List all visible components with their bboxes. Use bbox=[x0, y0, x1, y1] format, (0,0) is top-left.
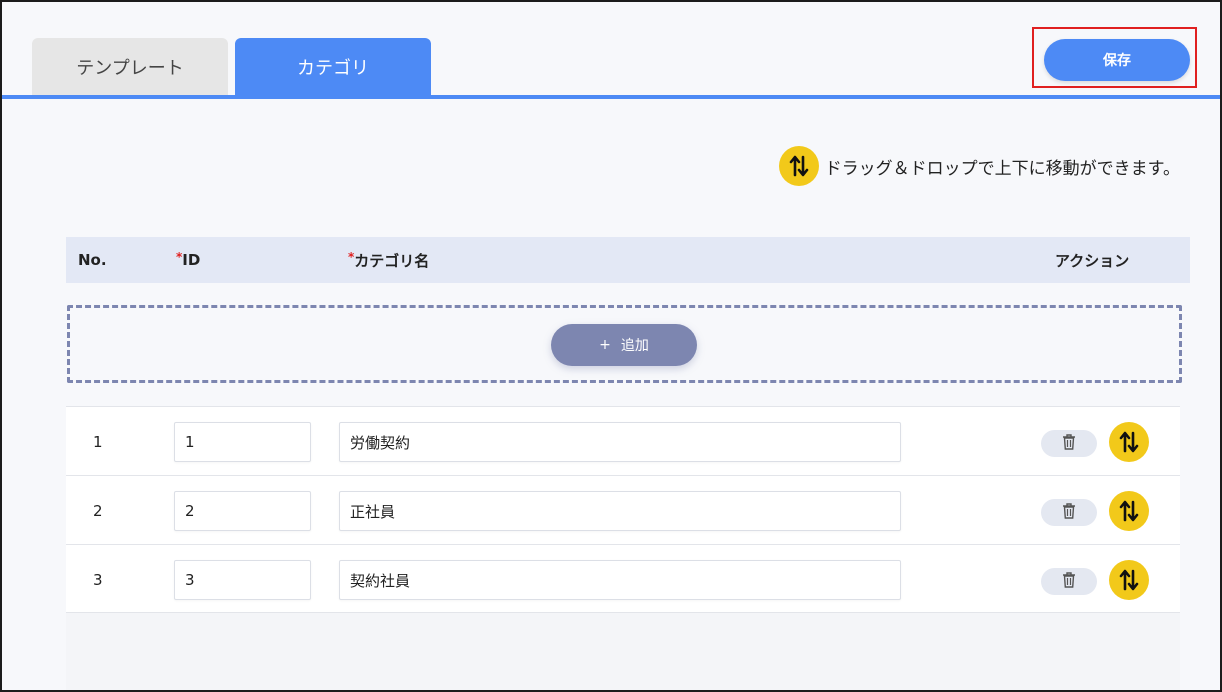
row-number: 3 bbox=[93, 570, 103, 589]
table-row[interactable]: 3 bbox=[66, 544, 1180, 613]
row-number: 2 bbox=[93, 501, 103, 520]
add-button[interactable]: + 追加 bbox=[551, 324, 697, 366]
drag-hint: ドラッグ＆ドロップで上下に移動ができます。 bbox=[778, 145, 1180, 187]
column-header-no: No. bbox=[78, 237, 107, 283]
tab-category[interactable]: カテゴリ bbox=[235, 38, 431, 96]
tab-template[interactable]: テンプレート bbox=[32, 38, 228, 96]
trash-icon bbox=[1061, 502, 1077, 523]
add-button-label: 追加 bbox=[620, 338, 649, 354]
save-button[interactable]: 保存 bbox=[1044, 39, 1190, 81]
delete-button[interactable] bbox=[1041, 568, 1097, 595]
up-down-arrows-icon bbox=[778, 146, 819, 186]
column-header-id: * ID bbox=[176, 237, 200, 283]
tab-category-label: カテゴリ bbox=[297, 58, 369, 79]
plus-icon: + bbox=[599, 337, 611, 353]
column-header-action: アクション bbox=[1055, 237, 1129, 283]
id-input[interactable] bbox=[174, 491, 311, 531]
column-header-no-label: No. bbox=[78, 251, 107, 269]
app-frame: テンプレート カテゴリ 保存 ドラッグ＆ドロップで上下に移動ができます。 No.… bbox=[0, 0, 1222, 692]
column-header-name: * カテゴリ名 bbox=[348, 237, 429, 283]
delete-button[interactable] bbox=[1041, 499, 1097, 526]
drag-handle-icon[interactable] bbox=[1109, 422, 1149, 462]
drag-hint-text: ドラッグ＆ドロップで上下に移動ができます。 bbox=[824, 158, 1180, 179]
tab-template-label: テンプレート bbox=[76, 58, 184, 79]
column-header-action-label: アクション bbox=[1055, 251, 1130, 270]
column-header-name-label: カテゴリ名 bbox=[354, 251, 430, 270]
trash-icon bbox=[1061, 433, 1077, 454]
row-number: 1 bbox=[93, 432, 103, 451]
table-row[interactable]: 2 bbox=[66, 475, 1180, 544]
id-input[interactable] bbox=[174, 422, 311, 462]
drag-handle-icon[interactable] bbox=[1109, 560, 1149, 600]
table-header: No. * ID * カテゴリ名 アクション bbox=[66, 237, 1190, 283]
id-input[interactable] bbox=[174, 560, 311, 600]
category-name-input[interactable] bbox=[339, 491, 901, 531]
table-row[interactable]: 1 bbox=[66, 406, 1180, 475]
column-header-id-label: ID bbox=[182, 251, 201, 269]
category-list: 1 2 bbox=[66, 406, 1180, 690]
tab-underline bbox=[2, 95, 1220, 99]
category-name-input[interactable] bbox=[339, 422, 901, 462]
drag-handle-icon[interactable] bbox=[1109, 491, 1149, 531]
category-name-input[interactable] bbox=[339, 560, 901, 600]
trash-icon bbox=[1061, 571, 1077, 592]
delete-button[interactable] bbox=[1041, 430, 1097, 457]
